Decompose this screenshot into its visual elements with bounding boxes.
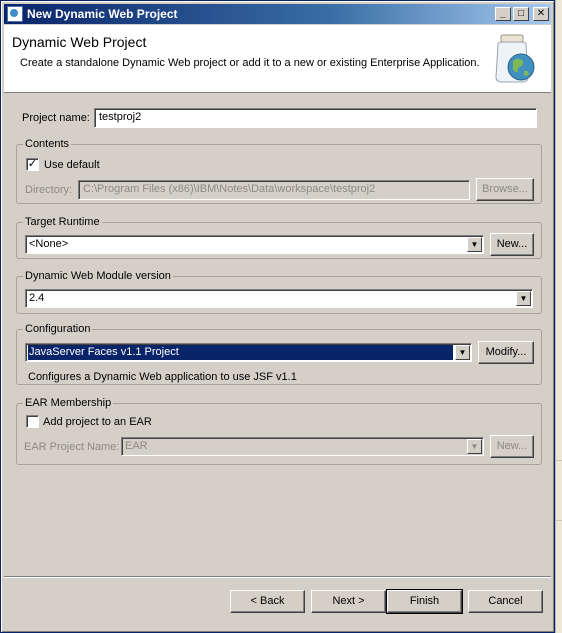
configuration-legend: Configuration — [25, 323, 91, 335]
background-divider — [555, 460, 562, 461]
browse-button[interactable]: Browse... — [476, 178, 534, 201]
configuration-value: JavaServer Faces v1.1 Project — [28, 345, 453, 360]
use-default-checkbox[interactable]: ✓ — [26, 158, 39, 171]
chevron-down-icon[interactable]: ▼ — [455, 345, 470, 360]
maximize-button[interactable]: □ — [513, 7, 529, 21]
add-to-ear-label: Add project to an EAR — [43, 416, 152, 428]
title-bar[interactable]: New Dynamic Web Project _ □ ✕ — [4, 4, 551, 24]
wizard-header: Dynamic Web Project Create a standalone … — [4, 25, 551, 93]
directory-label: Directory: — [25, 184, 73, 196]
ear-project-name-label: EAR Project Name: — [24, 441, 120, 453]
target-runtime-value: <None> — [29, 238, 69, 250]
configuration-select[interactable]: JavaServer Faces v1.1 Project ▼ — [25, 343, 472, 362]
background-app-edge — [555, 0, 562, 633]
back-button[interactable]: < Back — [230, 590, 305, 613]
page-title: Dynamic Web Project — [12, 34, 147, 50]
modify-button[interactable]: Modify... — [478, 341, 534, 364]
chevron-down-icon[interactable]: ▼ — [516, 291, 531, 306]
project-name-label: Project name: — [22, 112, 90, 124]
minimize-button[interactable]: _ — [495, 7, 511, 21]
page-description: Create a standalone Dynamic Web project … — [20, 57, 480, 69]
target-runtime-legend: Target Runtime — [25, 216, 100, 228]
configuration-description: Configures a Dynamic Web application to … — [28, 371, 297, 383]
next-button[interactable]: Next > — [311, 590, 386, 613]
web-project-icon — [7, 6, 23, 22]
use-default-label: Use default — [44, 159, 100, 171]
cancel-button[interactable]: Cancel — [468, 590, 543, 613]
jar-globe-icon — [495, 34, 535, 83]
directory-input[interactable]: C:\Program Files (x86)\IBM\Notes\Data\wo… — [78, 180, 470, 200]
new-ear-button[interactable]: New... — [490, 435, 534, 458]
module-version-select[interactable]: 2.4 ▼ — [25, 289, 533, 308]
contents-legend: Contents — [25, 138, 70, 150]
ear-project-select[interactable]: EAR ▼ — [121, 437, 484, 456]
project-name-input[interactable]: testproj2 — [94, 108, 537, 128]
footer-separator — [4, 576, 551, 578]
window-title: New Dynamic Web Project — [27, 7, 178, 21]
module-version-value: 2.4 — [29, 292, 45, 304]
target-runtime-select[interactable]: <None> ▼ — [25, 235, 484, 254]
add-to-ear-checkbox[interactable] — [26, 415, 39, 428]
close-button[interactable]: ✕ — [533, 7, 549, 21]
background-divider — [555, 520, 562, 521]
chevron-down-icon[interactable]: ▼ — [467, 439, 482, 454]
ear-membership-legend: EAR Membership — [25, 397, 112, 409]
finish-button[interactable]: Finish — [386, 589, 463, 614]
chevron-down-icon[interactable]: ▼ — [467, 237, 482, 252]
new-runtime-button[interactable]: New... — [490, 233, 534, 256]
module-version-legend: Dynamic Web Module version — [25, 270, 171, 282]
ear-project-value: EAR — [125, 440, 148, 452]
dialog-window: New Dynamic Web Project _ □ ✕ Dynamic We… — [0, 0, 555, 633]
